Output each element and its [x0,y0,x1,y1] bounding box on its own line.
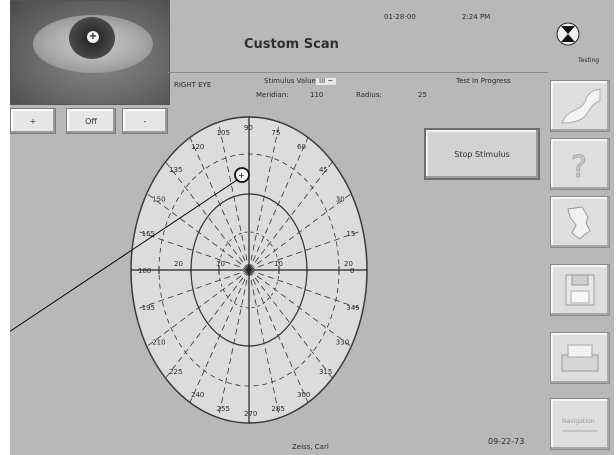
angle-label: 195 [142,304,155,312]
svg-text:?: ? [571,150,587,183]
angle-label: 330 [336,339,349,347]
sidebar-navigation-button[interactable]: Navigation [550,398,610,450]
sidebar-print-button[interactable] [550,332,610,384]
perimeter-app-screen: + + Off - 01-28-00 2:24 PM Custom Scan T… [10,0,614,455]
angle-label: 90 [244,124,253,132]
angle-label: 105 [217,129,230,137]
angle-label: 150 [152,196,165,204]
sidebar-save-button[interactable] [550,264,610,316]
printer-icon [561,344,599,372]
angle-label: 210 [152,339,165,347]
angle-label: 75 [271,129,280,137]
angle-label: 120 [191,143,204,151]
save-disk-icon [565,274,595,306]
angle-label: 345 [346,304,359,312]
radius-label-10-left: 10 [216,260,225,268]
patient-name: Zeiss, Carl [292,443,329,451]
angle-label: 300 [297,391,310,399]
sidebar-profile-button[interactable] [550,196,610,248]
angle-label: 45 [319,166,328,174]
angle-label: 15 [346,230,355,238]
angle-label: 240 [191,391,204,399]
svg-text:Navigation: Navigation [562,418,595,425]
curve-icon [561,88,601,124]
profile-icon [567,206,591,240]
sidebar-curve-button[interactable] [550,80,610,132]
patient-date: 09-22-73 [488,437,525,446]
help-icon: ? [571,150,588,184]
angle-label: 225 [169,368,182,376]
angle-label: 180 [138,267,151,275]
angle-label: 165 [142,230,155,238]
radius-label-10-right: 10 [274,260,283,268]
stimulus-plus-icon: + [238,171,245,180]
angle-label: 60 [297,143,306,151]
angle-label: 255 [217,405,230,413]
radius-label-20-right: 20 [344,260,353,268]
sidebar-help-button[interactable]: ? [550,138,610,190]
angle-label: 270 [244,410,257,418]
angle-label: 135 [169,166,182,174]
angle-label: 315 [319,368,332,376]
angle-label: 0 [350,267,354,275]
angle-label: 285 [271,405,284,413]
perimeter-visual-field-chart[interactable]: 1059075604530150345330315300285270255240… [10,0,614,455]
angle-label: 30 [336,196,345,204]
navigation-icon: Navigation [562,418,598,432]
radius-label-20-left: 20 [174,260,183,268]
